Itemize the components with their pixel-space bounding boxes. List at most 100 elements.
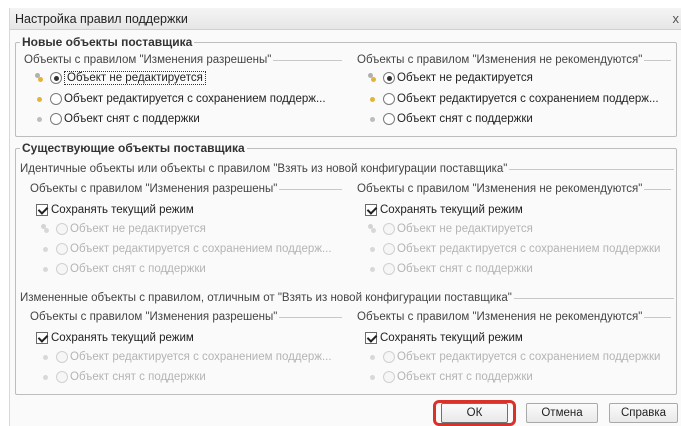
radio-button[interactable] <box>383 113 395 125</box>
identical-allowed-option-removed[interactable]: Объект снят с поддержки <box>40 261 206 277</box>
option-label: Объект редактируется с сохранением подде… <box>397 351 661 363</box>
radio-button[interactable] <box>383 93 395 105</box>
radio-button[interactable] <box>383 351 395 363</box>
rule-editable-icon <box>40 243 52 255</box>
option-label: Объект снят с поддержки <box>397 113 533 125</box>
identical-notrec-option-removed[interactable]: Объект снят с поддержки <box>367 261 533 277</box>
new-not-recommended-legend-text: Объекты с правилом "Изменения не рекомен… <box>357 54 645 66</box>
changed-allowed-option-removed[interactable]: Объект снят с поддержки <box>40 369 206 385</box>
identical-not-recommended-legend-text: Объекты с правилом "Изменения не рекомен… <box>357 183 645 195</box>
changed-not-recommended-legend-text: Объекты с правилом "Изменения не рекомен… <box>357 311 645 323</box>
radio-button[interactable] <box>383 371 395 383</box>
radio-button[interactable] <box>56 223 68 235</box>
cancel-button[interactable]: Отмена <box>526 403 598 423</box>
rule-not-editable-icon <box>367 223 379 235</box>
changed-notrec-keep-mode[interactable]: Сохранять текущий режим <box>365 330 523 346</box>
identical-allowed-legend: Объекты с правилом "Изменения разрешены" <box>30 183 342 195</box>
identical-notrec-keep-mode[interactable]: Сохранять текущий режим <box>365 202 523 218</box>
new-allowed-option-not-editable[interactable]: Объект не редактируется <box>34 70 206 86</box>
support-rules-dialog: Настройка правил поддержки x Новые объек… <box>9 8 681 426</box>
rule-removed-icon <box>40 371 52 383</box>
changed-objects-legend-text: Измененные объекты с правилом, отличным … <box>20 292 514 304</box>
identical-allowed-keep-mode[interactable]: Сохранять текущий режим <box>36 202 194 218</box>
changed-notrec-option-editable[interactable]: Объект редактируется с сохранением подде… <box>367 349 660 365</box>
radio-button[interactable] <box>383 243 395 255</box>
rule-removed-icon <box>367 113 379 125</box>
option-label: Объект не редактируется <box>70 223 206 235</box>
rule-removed-icon <box>34 113 46 125</box>
changed-allowed-legend: Объекты с правилом "Изменения разрешены" <box>30 311 342 323</box>
new-allowed-option-removed[interactable]: Объект снят с поддержки <box>34 111 200 127</box>
radio-button[interactable] <box>383 263 395 275</box>
option-label: Объект редактируется с сохранением подде… <box>70 243 332 255</box>
rule-removed-icon <box>40 263 52 275</box>
option-label: Объект редактируется с сохранением подде… <box>397 243 661 255</box>
option-label: Объект редактируется с сохранением подде… <box>397 93 659 105</box>
changed-notrec-option-removed[interactable]: Объект снят с поддержки <box>367 369 533 385</box>
option-label: Объект снят с поддержки <box>397 371 533 383</box>
option-label: Объект снят с поддержки <box>70 263 206 275</box>
changed-allowed-legend-text: Объекты с правилом "Изменения разрешены" <box>30 311 280 323</box>
radio-button[interactable] <box>383 72 395 84</box>
radio-button[interactable] <box>56 371 68 383</box>
close-icon[interactable]: x <box>673 11 680 26</box>
rule-editable-icon <box>367 93 379 105</box>
identical-objects-legend: Идентичные объекты или объекты с правило… <box>20 163 674 175</box>
keep-mode-checkbox[interactable] <box>36 204 48 216</box>
keep-mode-checkbox[interactable] <box>365 204 377 216</box>
new-not-recommended-legend: Объекты с правилом "Изменения не рекомен… <box>357 54 671 66</box>
radio-button[interactable] <box>50 93 62 105</box>
identical-allowed-option-not-editable[interactable]: Объект не редактируется <box>40 221 206 237</box>
new-notrec-option-removed[interactable]: Объект снят с поддержки <box>367 111 533 127</box>
option-label: Объект не редактируется <box>64 71 206 85</box>
existing-objects-group-title: Существующие объекты поставщика <box>20 141 247 155</box>
option-label: Объект снят с поддержки <box>70 371 206 383</box>
rule-editable-icon <box>40 351 52 363</box>
keep-mode-checkbox[interactable] <box>365 332 377 344</box>
rule-not-editable-icon <box>40 223 52 235</box>
dialog-title: Настройка правил поддержки <box>15 12 188 26</box>
new-allowed-legend-text: Объекты с правилом "Изменения разрешены" <box>24 54 274 66</box>
keep-mode-checkbox[interactable] <box>36 332 48 344</box>
identical-notrec-option-editable[interactable]: Объект редактируется с сохранением подде… <box>367 241 660 257</box>
identical-allowed-option-editable[interactable]: Объект редактируется с сохранением подде… <box>40 241 332 257</box>
rule-removed-icon <box>367 263 379 275</box>
option-label: Объект не редактируется <box>397 72 533 84</box>
keep-mode-label: Сохранять текущий режим <box>380 332 523 344</box>
radio-button[interactable] <box>56 263 68 275</box>
identical-notrec-option-not-editable[interactable]: Объект не редактируется <box>367 221 533 237</box>
ok-button[interactable]: ОК <box>441 403 508 423</box>
keep-mode-label: Сохранять текущий режим <box>51 204 194 216</box>
rule-editable-icon <box>367 351 379 363</box>
option-label: Объект редактируется с сохранением подде… <box>64 93 326 105</box>
changed-allowed-keep-mode[interactable]: Сохранять текущий режим <box>36 330 194 346</box>
changed-objects-legend: Измененные объекты с правилом, отличным … <box>20 292 674 304</box>
identical-objects-legend-text: Идентичные объекты или объекты с правило… <box>20 163 510 175</box>
option-label: Объект снят с поддержки <box>397 263 533 275</box>
option-label: Объект не редактируется <box>397 223 533 235</box>
new-notrec-option-not-editable[interactable]: Объект не редактируется <box>367 70 533 86</box>
radio-button[interactable] <box>50 113 62 125</box>
identical-allowed-legend-text: Объекты с правилом "Изменения разрешены" <box>30 183 280 195</box>
rule-not-editable-icon <box>367 72 379 84</box>
keep-mode-label: Сохранять текущий режим <box>380 204 523 216</box>
radio-button[interactable] <box>56 243 68 255</box>
new-allowed-legend: Объекты с правилом "Изменения разрешены" <box>24 54 342 66</box>
keep-mode-label: Сохранять текущий режим <box>51 332 194 344</box>
new-objects-group-title: Новые объекты поставщика <box>20 35 195 49</box>
help-button[interactable]: Справка <box>609 403 678 423</box>
rule-editable-icon <box>367 243 379 255</box>
new-notrec-option-editable[interactable]: Объект редактируется с сохранением подде… <box>367 91 659 107</box>
option-label: Объект редактируется с сохранением подде… <box>70 351 332 363</box>
title-bar: Настройка правил поддержки x <box>10 8 681 30</box>
rule-editable-icon <box>34 93 46 105</box>
option-label: Объект снят с поддержки <box>64 113 200 125</box>
radio-button[interactable] <box>56 351 68 363</box>
rule-not-editable-icon <box>34 72 46 84</box>
radio-button[interactable] <box>50 72 62 84</box>
changed-allowed-option-editable[interactable]: Объект редактируется с сохранением подде… <box>40 349 332 365</box>
changed-not-recommended-legend: Объекты с правилом "Изменения не рекомен… <box>357 311 671 323</box>
rule-removed-icon <box>367 371 379 383</box>
new-allowed-option-editable[interactable]: Объект редактируется с сохранением подде… <box>34 91 326 107</box>
radio-button[interactable] <box>383 223 395 235</box>
